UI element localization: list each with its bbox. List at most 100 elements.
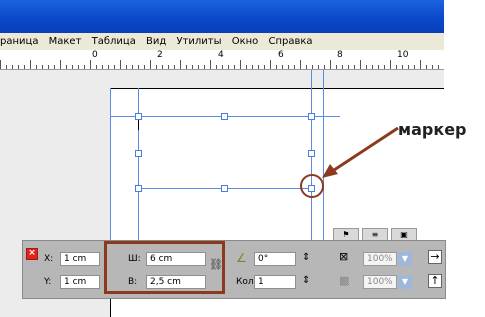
horizontal-ruler[interactable]: 0 2 4 6 8 10 xyxy=(0,50,444,70)
ruler-tick xyxy=(54,65,55,69)
ruler-tick xyxy=(246,65,247,69)
ruler-tick xyxy=(414,65,415,69)
frame-handle[interactable] xyxy=(308,113,315,120)
frame-opacity-dropdown-icon[interactable]: ▼ xyxy=(398,252,412,266)
frame-handle[interactable] xyxy=(135,150,142,157)
ruler-tick xyxy=(108,65,109,69)
ruler-label: 8 xyxy=(337,50,343,60)
ruler-tick xyxy=(312,65,313,69)
ruler-tick xyxy=(342,65,343,69)
ruler-tick xyxy=(258,65,259,69)
title-bar xyxy=(0,0,444,33)
ruler-tick xyxy=(252,65,253,69)
ruler-tick xyxy=(150,60,151,69)
ruler-tick xyxy=(192,65,193,69)
ruler-tick xyxy=(6,65,7,69)
ruler-tick xyxy=(348,65,349,69)
ruler-tick xyxy=(42,65,43,69)
ruler-tick xyxy=(162,65,163,69)
y-input[interactable]: 1 cm xyxy=(60,275,100,289)
ruler-label: 0 xyxy=(92,50,98,60)
ruler-tick xyxy=(114,65,115,69)
ruler-tick xyxy=(24,65,25,69)
ruler-tick xyxy=(186,65,187,69)
ruler-tick xyxy=(126,65,127,69)
ruler-tick xyxy=(30,60,31,69)
y-label: Y: xyxy=(44,277,52,287)
frame-handle[interactable] xyxy=(135,185,142,192)
ruler-tick xyxy=(294,65,295,69)
ruler-tick xyxy=(210,60,211,69)
menu-item-window[interactable]: Окно xyxy=(232,33,259,50)
ruler-tick xyxy=(234,65,235,69)
frame-handle[interactable] xyxy=(221,113,228,120)
ruler-tick xyxy=(216,65,217,69)
ruler-tick xyxy=(36,65,37,69)
ruler-tick xyxy=(270,60,271,69)
ruler-tick xyxy=(390,60,391,69)
menu-item-table[interactable]: Таблица xyxy=(92,33,136,50)
flip-horizontal-icon[interactable]: → xyxy=(428,250,442,264)
frame-handle[interactable] xyxy=(221,185,228,192)
highlight-box xyxy=(104,241,225,294)
ruler-label: 2 xyxy=(157,50,163,60)
ruler-tick xyxy=(120,60,121,69)
ruler-tick xyxy=(426,65,427,69)
ruler-tick xyxy=(396,65,397,69)
ruler-tick xyxy=(90,60,91,69)
ruler-tick xyxy=(0,60,1,69)
ruler-tick xyxy=(354,65,355,69)
x-label: X: xyxy=(44,254,54,264)
angle-stepper-icon[interactable]: ⇕ xyxy=(302,252,310,263)
ruler-tick xyxy=(102,65,103,69)
ruler-tick xyxy=(384,65,385,69)
columns-input[interactable]: 1 xyxy=(254,275,296,289)
ruler-tick xyxy=(336,65,337,69)
menu-item-view[interactable]: Вид xyxy=(146,33,166,50)
frame-color-icon[interactable]: ⊠ xyxy=(339,250,348,263)
menu-item-layout[interactable]: Макет xyxy=(49,33,82,50)
columns-stepper-icon[interactable]: ⇕ xyxy=(302,275,310,286)
close-icon[interactable]: × xyxy=(26,248,38,260)
ruler-label: 4 xyxy=(218,50,224,60)
ruler-tick xyxy=(66,65,67,69)
frame-opacity-input[interactable]: 100% xyxy=(363,252,397,266)
ruler-tick xyxy=(402,65,403,69)
text-cursor xyxy=(138,120,139,130)
ruler-tick xyxy=(276,65,277,69)
ruler-tick xyxy=(96,65,97,69)
ruler-tick xyxy=(330,60,331,69)
ruler-tick xyxy=(60,60,61,69)
menu-item-help[interactable]: Справка xyxy=(268,33,312,50)
ruler-tick xyxy=(174,65,175,69)
ruler-tick xyxy=(360,60,361,69)
menu-item-page[interactable]: раница xyxy=(0,33,38,50)
callout-label: маркер xyxy=(398,120,467,139)
x-input[interactable]: 1 cm xyxy=(60,252,100,266)
frame-handle[interactable] xyxy=(135,113,142,120)
ruler-tick xyxy=(438,65,439,69)
frame-handle[interactable] xyxy=(308,150,315,157)
ruler-tick xyxy=(318,65,319,69)
ruler-tick xyxy=(138,65,139,69)
angle-icon: ∠ xyxy=(236,251,247,265)
ruler-tick xyxy=(18,65,19,69)
ruler-tick xyxy=(420,60,421,69)
angle-input[interactable]: 0° xyxy=(254,252,296,266)
ruler-tick xyxy=(12,65,13,69)
menu-bar: раница Макет Таблица Вид Утилиты Окно Сп… xyxy=(0,33,444,50)
ruler-tick xyxy=(204,65,205,69)
flip-vertical-icon[interactable]: ↑ xyxy=(428,274,442,288)
background-color-icon[interactable]: ▩ xyxy=(339,274,349,287)
ruler-tick xyxy=(198,65,199,69)
ruler-tick xyxy=(366,65,367,69)
ruler-tick xyxy=(432,65,433,69)
ruler-tick xyxy=(240,60,241,69)
margin-guide-right xyxy=(311,70,312,245)
background-opacity-input[interactable]: 100% xyxy=(363,275,397,289)
ruler-tick xyxy=(408,65,409,69)
menu-item-utilities[interactable]: Утилиты xyxy=(177,33,222,50)
ruler-tick xyxy=(222,65,223,69)
background-opacity-dropdown-icon[interactable]: ▼ xyxy=(398,275,412,289)
ruler-tick xyxy=(228,65,229,69)
